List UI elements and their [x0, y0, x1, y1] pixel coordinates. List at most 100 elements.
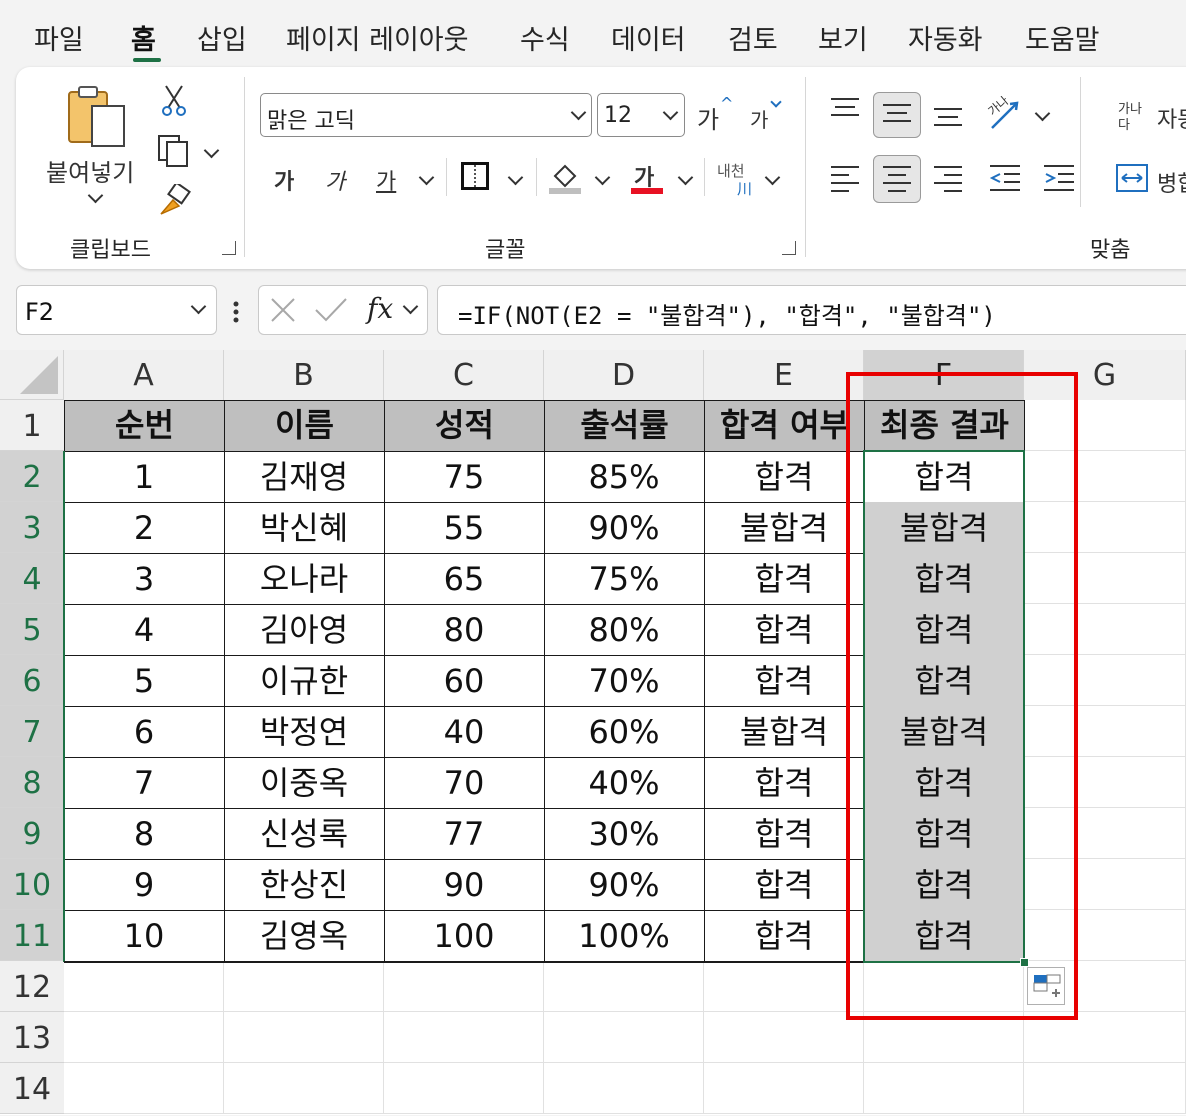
empty-cell[interactable] — [1024, 451, 1186, 502]
table-cell[interactable]: 55 — [384, 502, 545, 554]
column-header-e[interactable]: E — [704, 350, 864, 400]
row-header-5[interactable]: 5 — [0, 604, 64, 655]
table-cell[interactable]: 7 — [64, 757, 225, 809]
table-cell[interactable]: 불합격 — [704, 502, 865, 554]
result-cell[interactable]: 합격 — [864, 757, 1025, 809]
table-cell[interactable]: 40 — [384, 706, 545, 758]
insert-function-icon[interactable]: fx — [367, 292, 393, 325]
empty-cell[interactable] — [704, 1012, 864, 1063]
table-cell[interactable]: 6 — [64, 706, 225, 758]
table-cell[interactable]: 100 — [384, 910, 545, 962]
row-header-9[interactable]: 9 — [0, 808, 64, 859]
result-cell[interactable]: 불합격 — [864, 706, 1025, 758]
table-cell[interactable]: 10 — [64, 910, 225, 962]
table-cell[interactable]: 75 — [384, 451, 545, 503]
result-cell[interactable]: 합격 — [864, 655, 1025, 707]
font-size-combo[interactable]: 12 — [597, 93, 685, 137]
header-cell-b[interactable]: 이름 — [224, 400, 385, 452]
table-cell[interactable]: 75% — [544, 553, 705, 605]
table-cell[interactable]: 김재영 — [224, 451, 385, 503]
table-cell[interactable]: 3 — [64, 553, 225, 605]
fill-color-icon[interactable] — [549, 160, 583, 196]
table-cell[interactable]: 2 — [64, 502, 225, 554]
table-cell[interactable]: 65 — [384, 553, 545, 605]
align-center-button[interactable] — [873, 155, 921, 203]
table-cell[interactable]: 합격 — [704, 859, 865, 911]
table-cell[interactable]: 100% — [544, 910, 705, 962]
shrink-font-button[interactable]: 가 — [750, 104, 768, 133]
result-cell[interactable]: 불합격 — [864, 502, 1025, 554]
table-cell[interactable]: 합격 — [704, 910, 865, 962]
result-cell[interactable]: 합격 — [864, 553, 1025, 605]
row-header-7[interactable]: 7 — [0, 706, 64, 757]
increase-indent-icon[interactable] — [1044, 164, 1076, 192]
table-cell[interactable]: 9 — [64, 859, 225, 911]
table-cell[interactable]: 8 — [64, 808, 225, 860]
tab-file[interactable]: 파일 — [34, 18, 84, 57]
header-cell-d[interactable]: 출석률 — [544, 400, 705, 452]
table-cell[interactable]: 70 — [384, 757, 545, 809]
empty-cell[interactable] — [64, 1063, 224, 1114]
tab-help[interactable]: 도움말 — [1025, 18, 1100, 57]
column-header-c[interactable]: C — [384, 350, 544, 400]
tab-review[interactable]: 검토 — [728, 18, 778, 57]
empty-cell[interactable] — [64, 1012, 224, 1063]
format-painter-icon[interactable] — [157, 181, 191, 218]
empty-cell[interactable] — [704, 961, 864, 1012]
row-header-8[interactable]: 8 — [0, 757, 64, 808]
align-left-icon[interactable] — [831, 166, 859, 192]
tab-automate[interactable]: 자동화 — [908, 18, 983, 57]
copy-icon[interactable] — [157, 134, 191, 168]
wrap-text-button[interactable]: 자동 — [1157, 102, 1186, 134]
align-bottom-icon[interactable] — [934, 108, 962, 130]
table-cell[interactable]: 40% — [544, 757, 705, 809]
underline-button[interactable]: 가 — [376, 164, 396, 196]
table-cell[interactable]: 불합격 — [704, 706, 865, 758]
table-cell[interactable]: 한상진 — [224, 859, 385, 911]
table-cell[interactable]: 80 — [384, 604, 545, 656]
border-icon[interactable] — [461, 162, 489, 190]
more-options-icon[interactable] — [233, 300, 239, 324]
empty-cell[interactable] — [224, 1063, 384, 1114]
result-cell[interactable]: 합격 — [864, 910, 1025, 962]
tab-insert[interactable]: 삽입 — [197, 18, 247, 57]
result-cell[interactable]: 합격 — [864, 451, 1025, 503]
row-header-4[interactable]: 4 — [0, 553, 64, 604]
header-cell-c[interactable]: 성적 — [384, 400, 545, 452]
empty-cell[interactable] — [1024, 706, 1186, 757]
empty-cell[interactable] — [864, 961, 1024, 1012]
empty-cell[interactable] — [704, 1063, 864, 1114]
orientation-icon[interactable]: 가나 — [985, 94, 1026, 132]
column-header-a[interactable]: A — [64, 350, 224, 400]
table-cell[interactable]: 오나라 — [224, 553, 385, 605]
empty-cell[interactable] — [1024, 808, 1186, 859]
table-cell[interactable]: 77 — [384, 808, 545, 860]
formula-input[interactable]: =IF(NOT(E2 = "불합격"), "합격", "불합격") — [437, 285, 1186, 335]
table-cell[interactable]: 60 — [384, 655, 545, 707]
row-header-14[interactable]: 14 — [0, 1063, 64, 1114]
empty-cell[interactable] — [544, 1063, 704, 1114]
column-header-f[interactable]: F — [864, 350, 1024, 400]
row-header-3[interactable]: 3 — [0, 502, 64, 553]
empty-cell[interactable] — [864, 1063, 1024, 1114]
table-cell[interactable]: 1 — [64, 451, 225, 503]
empty-cell[interactable] — [64, 961, 224, 1012]
row-header-10[interactable]: 10 — [0, 859, 64, 910]
table-cell[interactable]: 5 — [64, 655, 225, 707]
tab-page-layout[interactable]: 페이지 레이아웃 — [286, 18, 468, 57]
empty-cell[interactable] — [224, 1012, 384, 1063]
table-cell[interactable]: 합격 — [704, 757, 865, 809]
paste-icon[interactable] — [66, 84, 128, 152]
cut-icon[interactable] — [160, 82, 188, 118]
chevron-down-icon[interactable] — [402, 298, 419, 315]
empty-cell[interactable] — [544, 961, 704, 1012]
empty-cell[interactable] — [384, 1063, 544, 1114]
table-cell[interactable]: 85% — [544, 451, 705, 503]
auto-fill-options-icon[interactable] — [1027, 967, 1065, 1005]
empty-cell[interactable] — [384, 961, 544, 1012]
clipboard-launcher-icon[interactable] — [222, 241, 236, 255]
table-cell[interactable]: 김아영 — [224, 604, 385, 656]
table-cell[interactable]: 70% — [544, 655, 705, 707]
enter-check-icon[interactable] — [314, 296, 348, 324]
select-all-corner[interactable] — [0, 350, 64, 400]
